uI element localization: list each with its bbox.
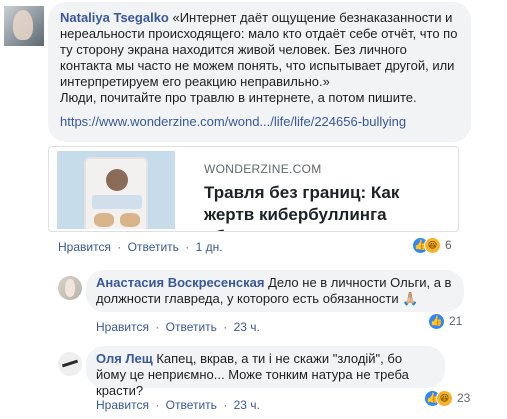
reply-bubble: Оля Лещ Капец, вкрав, а ти і не скажи "з…	[86, 346, 445, 398]
timestamp[interactable]: 23 ч.	[234, 398, 260, 412]
reaction-count: 21	[449, 314, 463, 328]
reaction-count: 23	[457, 391, 471, 405]
separator: ·	[223, 398, 228, 412]
separator: ·	[185, 240, 190, 254]
haha-icon: 😆	[436, 389, 453, 407]
preview-title[interactable]: Травля без границ: Как жертв кибербуллин…	[204, 182, 454, 231]
reply-author[interactable]: Оля Лещ	[96, 351, 153, 366]
commenter-avatar[interactable]	[4, 6, 44, 46]
separator: ·	[223, 320, 228, 334]
main-comment-bubble: Nataliya Tsegalko «Интернет даёт ощущени…	[48, 2, 471, 142]
timestamp[interactable]: 23 ч.	[234, 320, 260, 334]
haha-icon: 😆	[424, 236, 441, 254]
reply-link[interactable]: Ответить	[166, 320, 217, 334]
like-link[interactable]: Нравится	[96, 320, 149, 334]
like-icon: 👍	[428, 312, 445, 330]
separator: ·	[155, 398, 160, 412]
reply-avatar[interactable]	[58, 276, 82, 300]
separator: ·	[117, 240, 122, 254]
preview-thumbnail	[57, 151, 175, 229]
separator: ·	[155, 320, 160, 334]
reply-actions: Нравится · Ответить · 23 ч.	[96, 398, 263, 412]
timestamp[interactable]: 1 дн.	[196, 240, 223, 254]
phone-image	[84, 157, 148, 229]
comment-actions: Нравится · Ответить · 1 дн.	[58, 240, 226, 254]
reactions-summary[interactable]: 👍 21	[428, 311, 462, 331]
comment-text-2: Люди, почитайте про травлю в интернете, …	[60, 90, 417, 105]
reply-link[interactable]: Ответить	[128, 240, 179, 254]
comment-author[interactable]: Nataliya Tsegalko	[60, 10, 169, 25]
reaction-count: 6	[445, 238, 452, 252]
preview-domain: WONDERZINE.COM	[204, 162, 322, 176]
like-link[interactable]: Нравится	[96, 398, 149, 412]
like-link[interactable]: Нравится	[58, 240, 111, 254]
reply-link[interactable]: Ответить	[166, 398, 217, 412]
comment-link[interactable]: https://www.wonderzine.com/wond.../life/…	[60, 114, 459, 130]
reactions-summary[interactable]: 👍 😆 23	[424, 388, 470, 408]
reactions-summary[interactable]: 👍 😆 6	[412, 235, 452, 255]
reply-author[interactable]: Анастасия Воскресенская	[96, 275, 264, 290]
reply-avatar[interactable]	[58, 352, 82, 376]
reply-actions: Нравится · Ответить · 23 ч.	[96, 320, 263, 334]
link-preview-card[interactable]: WONDERZINE.COM Травля без границ: Как же…	[48, 146, 459, 232]
reply-bubble: Анастасия Воскресенская Дело не в личнос…	[86, 270, 464, 312]
